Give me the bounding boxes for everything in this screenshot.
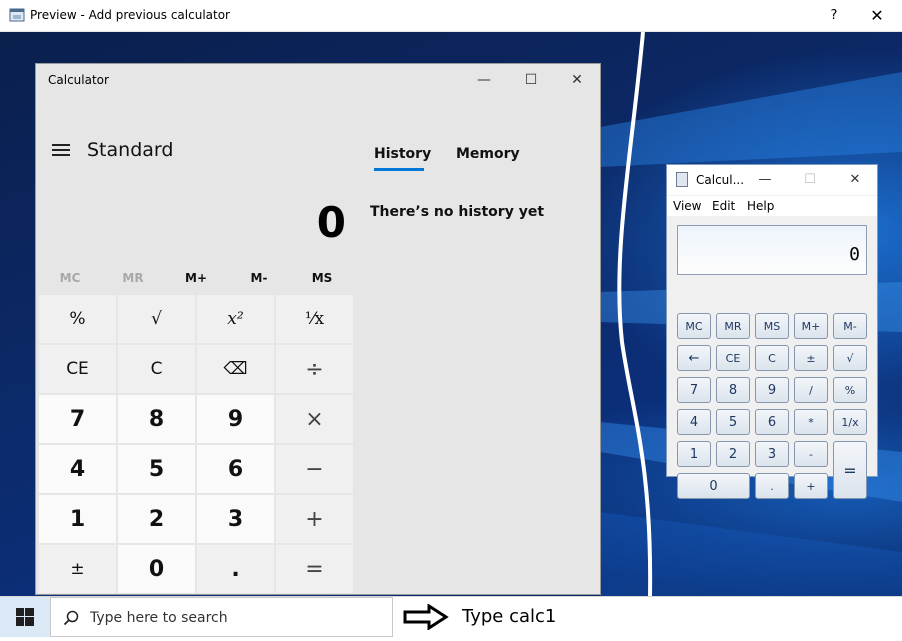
maximize-button[interactable]: ☐ [508, 66, 554, 94]
calculator-display: 0 [316, 198, 346, 247]
classic-title: Calcul... [696, 173, 745, 187]
digit-4-button[interactable]: 4 [677, 409, 711, 435]
search-placeholder: Type here to search [90, 610, 228, 626]
digit-5-button[interactable]: 5 [716, 409, 750, 435]
active-tab-indicator [374, 168, 424, 171]
digit-2-button[interactable]: 2 [118, 495, 195, 543]
divide-button[interactable]: / [794, 377, 828, 403]
mode-title: Standard [87, 139, 174, 161]
memory-subtract-button[interactable]: M- [833, 313, 867, 339]
instruction-text: Type calc1 [462, 606, 557, 627]
keypad: % √ x² ⅟x CE C ⌫ ÷ 7 8 9 × 4 5 6 − 1 2 3… [39, 295, 354, 593]
negate-button[interactable]: ± [39, 545, 116, 593]
square-root-button[interactable]: √ [833, 345, 867, 371]
classic-display: 0 [677, 225, 867, 275]
memory-recall-button[interactable]: MR [716, 313, 750, 339]
calculator-icon [676, 172, 688, 187]
close-button[interactable]: ✕ [554, 66, 600, 94]
calculator-classic-window: Calcul... — ☐ ✕ View Edit Help 0 MC MR M… [666, 164, 878, 499]
digit-8-button[interactable]: 8 [716, 377, 750, 403]
memory-subtract-button[interactable]: M- [229, 271, 289, 285]
subtract-button[interactable]: - [794, 441, 828, 467]
menu-edit[interactable]: Edit [712, 199, 735, 213]
square-root-button[interactable]: √ [118, 295, 195, 343]
memory-clear-button[interactable]: MC [677, 313, 711, 339]
memory-add-button[interactable]: M+ [166, 271, 226, 285]
clear-entry-button[interactable]: CE [39, 345, 116, 393]
add-button[interactable]: + [276, 495, 353, 543]
menu-view[interactable]: View [673, 199, 701, 213]
digit-9-button[interactable]: 9 [197, 395, 274, 443]
hamburger-menu-icon[interactable] [52, 144, 70, 158]
preview-app-icon [9, 8, 25, 22]
square-button[interactable]: x² [197, 295, 274, 343]
right-arrow-icon [403, 604, 449, 630]
windows-logo-icon [16, 608, 34, 626]
reciprocal-button[interactable]: ⅟x [276, 295, 353, 343]
memory-clear-button[interactable]: MC [40, 271, 100, 285]
equals-button[interactable]: = [276, 545, 353, 593]
digit-7-button[interactable]: 7 [677, 377, 711, 403]
memory-store-button[interactable]: MS [292, 271, 352, 285]
menu-bar: View Edit Help [667, 196, 877, 216]
equals-button[interactable]: = [833, 441, 867, 499]
minimize-button[interactable]: — [461, 66, 507, 94]
clear-button[interactable]: C [755, 345, 789, 371]
digit-3-button[interactable]: 3 [197, 495, 274, 543]
calculator-title: Calculator [48, 73, 109, 87]
minimize-button[interactable]: — [754, 170, 776, 190]
clear-entry-button[interactable]: CE [716, 345, 750, 371]
calculator-win10-window: Calculator — ☐ ✕ Standard History Memory… [36, 64, 600, 594]
reciprocal-button[interactable]: 1/x [833, 409, 867, 435]
taskbar-search-box[interactable]: Type here to search [50, 597, 393, 637]
multiply-button[interactable]: × [276, 395, 353, 443]
decimal-button[interactable]: . [197, 545, 274, 593]
negate-button[interactable]: ± [794, 345, 828, 371]
window-title: Preview - Add previous calculator [30, 8, 230, 22]
desktop-background: Calculator — ☐ ✕ Standard History Memory… [0, 32, 902, 596]
digit-0-button[interactable]: 0 [118, 545, 195, 593]
taskbar: Type here to search Type calc1 [0, 596, 902, 638]
digit-1-button[interactable]: 1 [39, 495, 116, 543]
digit-6-button[interactable]: 6 [755, 409, 789, 435]
start-button[interactable] [0, 597, 50, 637]
preview-titlebar: Preview - Add previous calculator ? ✕ [0, 0, 902, 32]
digit-9-button[interactable]: 9 [755, 377, 789, 403]
classic-titlebar: Calcul... — ☐ ✕ [667, 165, 877, 195]
multiply-button[interactable]: * [794, 409, 828, 435]
digit-1-button[interactable]: 1 [677, 441, 711, 467]
history-empty-text: There’s no history yet [370, 204, 545, 220]
tab-memory[interactable]: Memory [456, 146, 520, 162]
close-button[interactable]: ✕ [844, 170, 866, 190]
decimal-button[interactable]: . [755, 473, 789, 499]
digit-5-button[interactable]: 5 [118, 445, 195, 493]
digit-0-button[interactable]: 0 [677, 473, 750, 499]
digit-2-button[interactable]: 2 [716, 441, 750, 467]
search-icon [63, 610, 79, 626]
digit-8-button[interactable]: 8 [118, 395, 195, 443]
maximize-button[interactable]: ☐ [799, 170, 821, 190]
add-button[interactable]: + [794, 473, 828, 499]
menu-help[interactable]: Help [747, 199, 774, 213]
subtract-button[interactable]: − [276, 445, 353, 493]
memory-recall-button[interactable]: MR [103, 271, 163, 285]
tab-history[interactable]: History [374, 146, 431, 162]
close-button[interactable]: ✕ [866, 6, 888, 26]
divide-button[interactable]: ÷ [276, 345, 353, 393]
digit-3-button[interactable]: 3 [755, 441, 789, 467]
help-button[interactable]: ? [824, 6, 844, 26]
memory-store-button[interactable]: MS [755, 313, 789, 339]
digit-4-button[interactable]: 4 [39, 445, 116, 493]
backspace-button[interactable]: ⌫ [197, 345, 274, 393]
percent-button[interactable]: % [833, 377, 867, 403]
backspace-button[interactable]: ← [677, 345, 711, 371]
clear-button[interactable]: C [118, 345, 195, 393]
digit-6-button[interactable]: 6 [197, 445, 274, 493]
memory-add-button[interactable]: M+ [794, 313, 828, 339]
percent-button[interactable]: % [39, 295, 116, 343]
digit-7-button[interactable]: 7 [39, 395, 116, 443]
